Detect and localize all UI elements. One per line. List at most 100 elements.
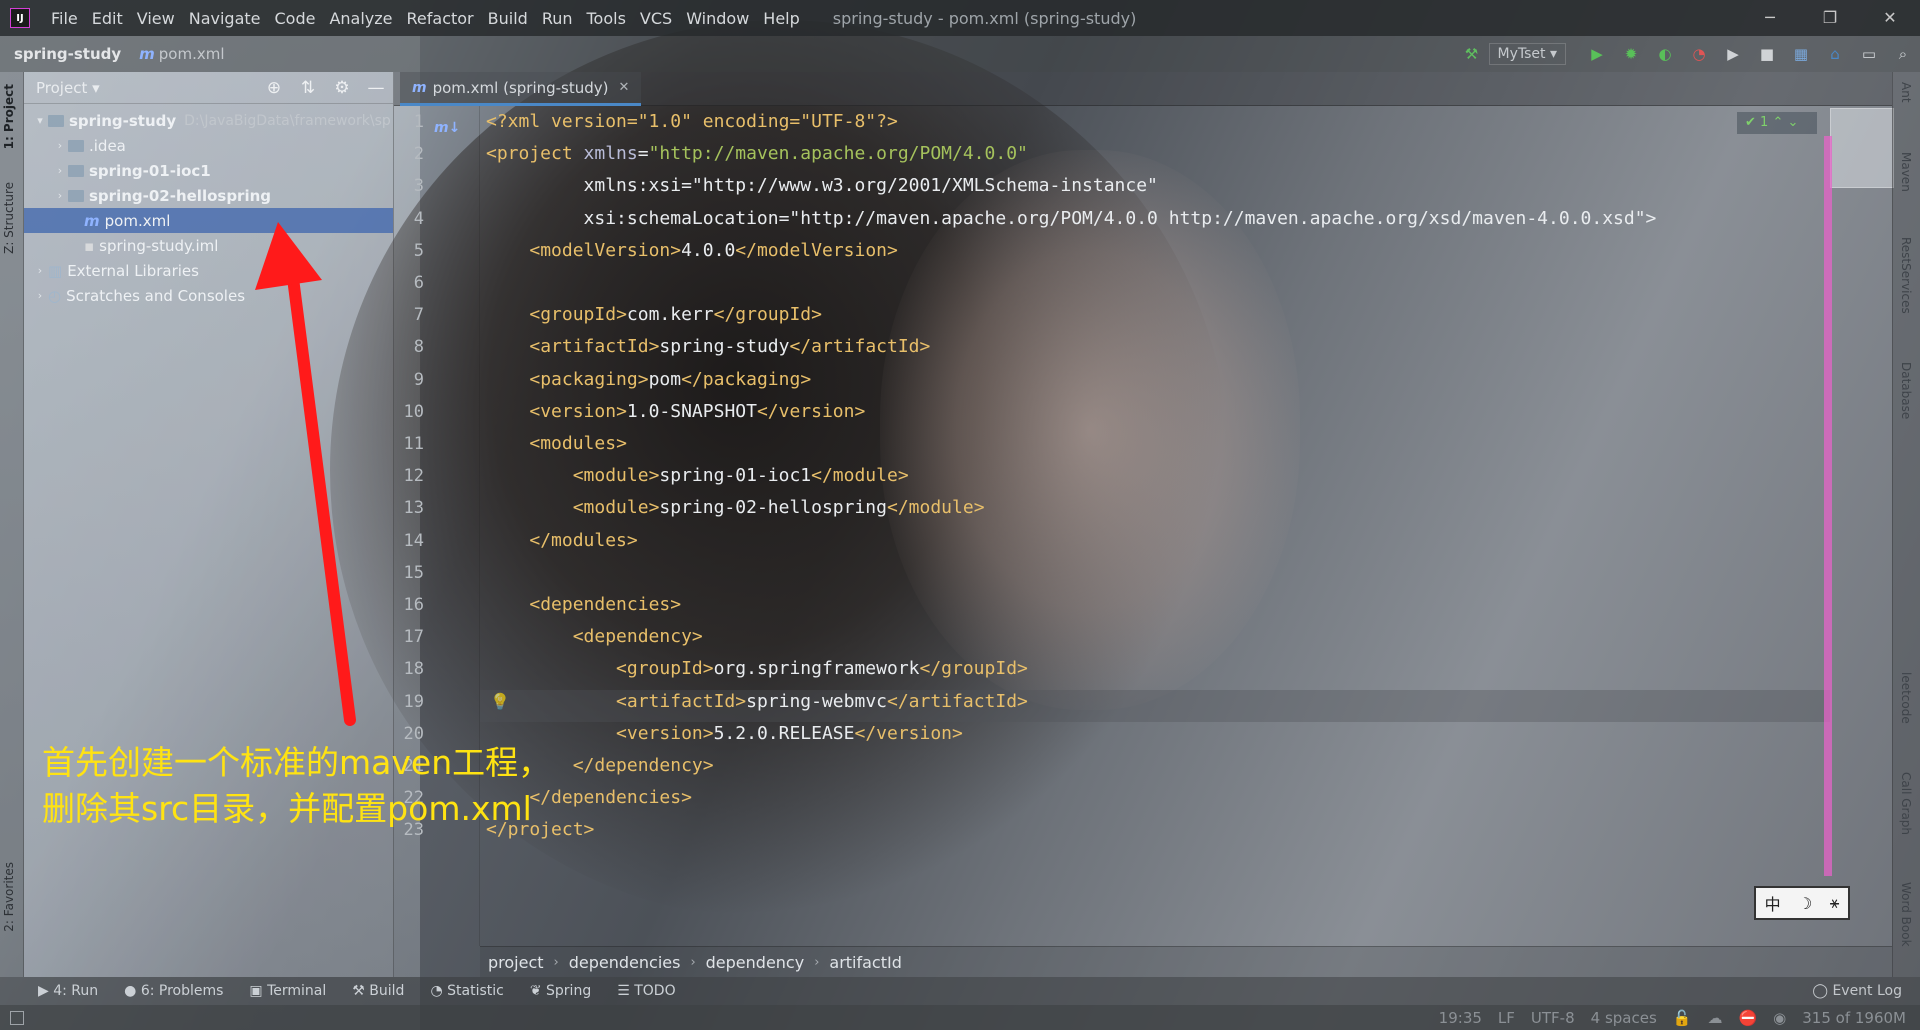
menu-file[interactable]: File <box>44 9 85 28</box>
menu-navigate[interactable]: Navigate <box>182 9 268 28</box>
code-line[interactable]: <groupId>com.kerr</groupId> <box>486 299 822 331</box>
tab-word-book[interactable]: Word Book <box>1899 882 1913 947</box>
build-hammer-icon[interactable]: ⚒ <box>1459 43 1485 65</box>
menu-help[interactable]: Help <box>756 9 806 28</box>
code-editor[interactable]: <?xml version="1.0" encoding="UTF-8"?> <p… <box>480 106 1830 946</box>
tree-item-external-libraries[interactable]: › ▥ External Libraries <box>24 258 393 283</box>
tree-item-idea[interactable]: › .idea <box>24 133 393 158</box>
event-log[interactable]: ◯ Event Log <box>1812 983 1902 999</box>
tool-statistic[interactable]: ◔ Statistic <box>430 983 503 999</box>
toggle-tool-windows-icon[interactable] <box>10 1010 24 1025</box>
code-line[interactable]: <?xml version="1.0" encoding="UTF-8"?> <box>486 106 898 138</box>
menu-edit[interactable]: Edit <box>85 9 130 28</box>
tab-project[interactable]: 1: Project <box>2 84 16 149</box>
tab-restservices[interactable]: RestServices <box>1899 237 1913 314</box>
code-line[interactable]: </modules> <box>486 525 637 557</box>
tree-item-spring-study[interactable]: ▾ spring-study D:\JavaBigData\framework\… <box>24 108 393 133</box>
project-panel-title[interactable]: Project ▾ <box>36 79 100 97</box>
close-tab-icon[interactable]: ✕ <box>619 80 630 95</box>
menu-view[interactable]: View <box>130 9 182 28</box>
code-line[interactable]: <module>spring-02-hellospring</module> <box>486 492 985 524</box>
code-line[interactable]: <modules> <box>486 428 627 460</box>
code-line[interactable]: <artifactId>spring-webmvc</artifactId> <box>486 686 1028 718</box>
inspection-widget[interactable]: ✔ 1 ⌃ ⌄ <box>1737 112 1817 134</box>
search-everywhere-icon[interactable]: ⌕ <box>1890 43 1916 65</box>
code-line[interactable]: <groupId>org.springframework</groupId> <box>486 653 1028 685</box>
chevron-right-icon[interactable]: › <box>52 189 68 202</box>
file-encoding[interactable]: UTF-8 <box>1531 1009 1575 1027</box>
locate-icon[interactable]: ⊕ <box>257 78 291 98</box>
chevron-right-icon[interactable]: › <box>32 264 48 277</box>
menu-build[interactable]: Build <box>481 9 535 28</box>
coverage-icon[interactable]: ◐ <box>1652 43 1678 65</box>
tool-build[interactable]: ⚒ Build <box>352 983 404 999</box>
chevron-right-icon[interactable]: › <box>52 164 68 177</box>
tree-item-spring-02-hellospring[interactable]: › spring-02-hellospring <box>24 183 393 208</box>
git-icon[interactable]: ☁ <box>1707 1009 1722 1027</box>
tree-item-spring-study-iml[interactable]: ▪ spring-study.iml <box>24 233 393 258</box>
line-separator[interactable]: LF <box>1498 1009 1515 1027</box>
nav-project[interactable]: spring-study <box>14 45 121 63</box>
tab-call-graph[interactable]: Call Graph <box>1899 772 1913 835</box>
code-line[interactable]: <module>spring-01-ioc1</module> <box>486 460 909 492</box>
chevron-right-icon[interactable]: › <box>52 139 68 152</box>
tab-maven[interactable]: Maven <box>1899 152 1913 192</box>
menu-refactor[interactable]: Refactor <box>400 9 481 28</box>
error-icon[interactable]: ⛔ <box>1738 1009 1757 1027</box>
restore-icon[interactable]: ❐ <box>1800 0 1860 36</box>
menu-vcs[interactable]: VCS <box>633 9 679 28</box>
tool-todo[interactable]: ☰ TODO <box>617 983 675 999</box>
tab-structure[interactable]: Z: Structure <box>2 182 16 254</box>
settings-gear-icon[interactable]: ⚙ <box>325 78 359 98</box>
caret-position[interactable]: 19:35 <box>1439 1009 1482 1027</box>
indent-setting[interactable]: 4 spaces <box>1591 1009 1657 1027</box>
breadcrumb-dependency[interactable]: dependency <box>698 953 813 972</box>
menu-run[interactable]: Run <box>535 9 580 28</box>
maven-gutter-icon[interactable]: m↓ <box>434 120 460 136</box>
resume-icon[interactable]: ▶ <box>1720 43 1746 65</box>
code-line[interactable]: xmlns:xsi="http://www.w3.org/2001/XMLSch… <box>486 170 1158 202</box>
nav-file[interactable]: m pom.xml <box>139 45 224 63</box>
menu-analyze[interactable]: Analyze <box>322 9 399 28</box>
tool-spring[interactable]: ❦ Spring <box>530 983 591 999</box>
memory-indicator[interactable]: 315 of 1960M <box>1802 1009 1906 1027</box>
lock-icon[interactable]: 🔓 <box>1673 1009 1692 1027</box>
tool-terminal[interactable]: ▣ Terminal <box>249 983 326 999</box>
code-line[interactable]: <version>5.2.0.RELEASE</version> <box>486 718 963 750</box>
code-line[interactable]: <dependencies> <box>486 589 681 621</box>
code-line[interactable]: <artifactId>spring-study</artifactId> <box>486 331 930 363</box>
tab-pom-xml[interactable]: m pom.xml (spring-study) ✕ <box>400 72 642 106</box>
menu-code[interactable]: Code <box>268 9 323 28</box>
code-line[interactable]: <modelVersion>4.0.0</modelVersion> <box>486 235 897 267</box>
tree-item-scratches[interactable]: › ◴ Scratches and Consoles <box>24 283 393 308</box>
tab-ant[interactable]: Ant <box>1899 82 1913 103</box>
run-config-select[interactable]: MyTset ▾ <box>1488 43 1566 65</box>
chrome-icon[interactable]: ◉ <box>1773 1009 1786 1027</box>
tool-run[interactable]: ▶ 4: Run <box>38 983 98 999</box>
error-stripe[interactable] <box>1820 106 1842 886</box>
chevron-down-icon[interactable]: ▾ <box>32 114 48 127</box>
ime-badge[interactable]: 中 ☽ ⚹ <box>1754 886 1850 920</box>
breadcrumb-project[interactable]: project <box>480 953 552 972</box>
layout-icon[interactable]: ▭ <box>1856 43 1882 65</box>
minimize-icon[interactable]: ─ <box>1740 0 1800 36</box>
close-icon[interactable]: ✕ <box>1860 0 1920 36</box>
code-line[interactable]: xsi:schemaLocation="http://maven.apache.… <box>486 203 1657 235</box>
tool-problems[interactable]: ● 6: Problems <box>124 983 223 999</box>
profile-icon[interactable]: ◔ <box>1686 43 1712 65</box>
tab-leetcode[interactable]: leetcode <box>1899 672 1913 724</box>
breadcrumb-artifactid[interactable]: artifactId <box>821 953 909 972</box>
chevron-right-icon[interactable]: › <box>32 289 48 302</box>
stop-icon[interactable]: ■ <box>1754 43 1780 65</box>
hide-panel-icon[interactable]: — <box>359 78 393 98</box>
run-icon[interactable]: ▶ <box>1584 43 1610 65</box>
project-structure-icon[interactable]: ▦ <box>1788 43 1814 65</box>
menu-tools[interactable]: Tools <box>580 9 633 28</box>
tree-item-spring-01-ioc1[interactable]: › spring-01-ioc1 <box>24 158 393 183</box>
tab-database[interactable]: Database <box>1899 362 1913 419</box>
code-line[interactable]: <packaging>pom</packaging> <box>486 364 811 396</box>
code-line[interactable]: <dependency> <box>486 621 703 653</box>
code-line[interactable]: <version>1.0-SNAPSHOT</version> <box>486 396 865 428</box>
translate-icon[interactable]: ⌂ <box>1822 43 1848 65</box>
code-line[interactable]: <project xmlns="http://maven.apache.org/… <box>486 138 1028 170</box>
